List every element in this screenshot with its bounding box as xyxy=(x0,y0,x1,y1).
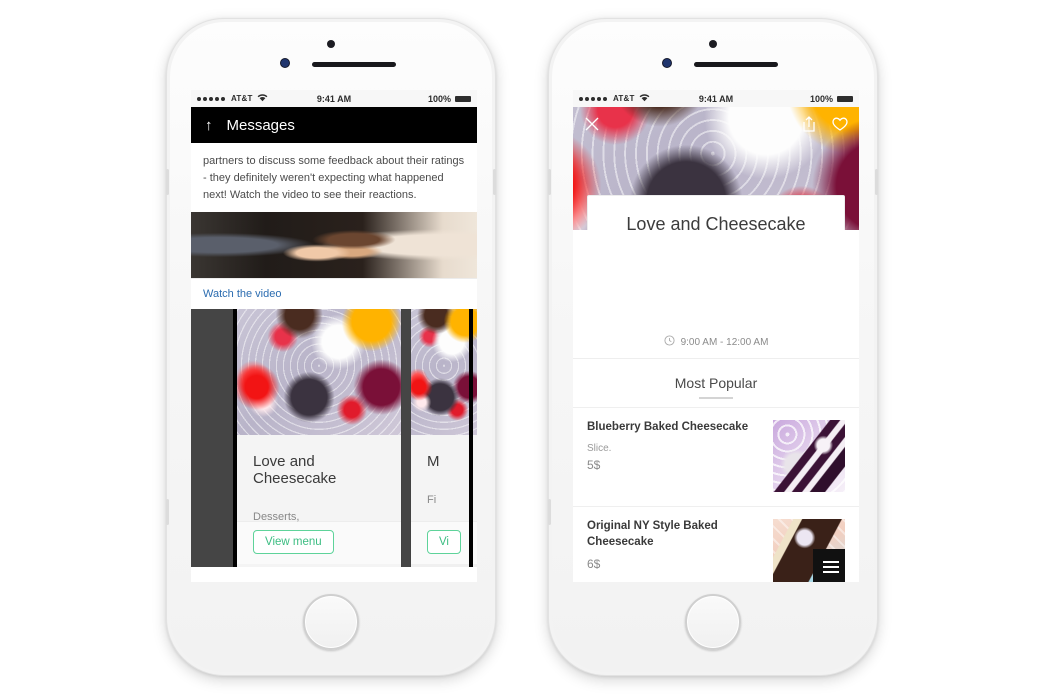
right-phone-device: AT&T 9:41 AM 100% Love and Cheesecake 9:… xyxy=(548,18,878,676)
view-menu-button[interactable]: View menu xyxy=(253,530,334,555)
menu-item-text: Blueberry Baked Cheesecake Slice. 5$ xyxy=(587,420,763,472)
wifi-icon xyxy=(639,93,650,104)
right-phone-body: AT&T 9:41 AM 100% Love and Cheesecake 9:… xyxy=(552,22,874,672)
clock-icon xyxy=(664,335,675,349)
menu-item-description: Slice. xyxy=(587,442,612,454)
home-button[interactable] xyxy=(303,594,359,650)
power-button[interactable] xyxy=(493,169,496,195)
clock-label: 9:41 AM xyxy=(316,93,352,104)
page-title: Messages xyxy=(226,116,295,134)
battery-icon xyxy=(455,95,471,102)
status-right-group: 100% xyxy=(810,94,853,104)
restaurant-hero-image: Love and Cheesecake Desserts 25-35 MIN xyxy=(573,107,859,230)
up-arrow-icon[interactable]: ↑ xyxy=(205,118,213,133)
messages-header: ↑ Messages xyxy=(191,107,477,143)
home-button[interactable] xyxy=(685,594,741,650)
restaurant-info-card: Love and Cheesecake Desserts 25-35 MIN xyxy=(587,195,845,230)
restaurant-carousel[interactable]: Love and Cheesecake Desserts, View menu xyxy=(191,309,477,568)
share-icon[interactable] xyxy=(801,115,817,138)
opening-hours-row: 9:00 AM - 12:00 AM xyxy=(573,326,859,359)
status-bar: AT&T 9:41 AM 100% xyxy=(191,90,477,107)
view-menu-button-2[interactable]: Vi xyxy=(426,530,461,555)
wifi-icon xyxy=(257,93,268,104)
carrier-label: AT&T xyxy=(613,94,635,103)
left-phone-screen: AT&T 9:41 AM 100% ↑ Messages partners to… xyxy=(191,90,477,582)
menu-item-price: 6$ xyxy=(587,557,601,572)
volume-down-button[interactable] xyxy=(166,499,169,525)
menu-item-text: Original NY Style Baked Cheesecake 6$ xyxy=(587,519,763,571)
menu-item-row[interactable]: Original NY Style Baked Cheesecake 6$ xyxy=(573,506,859,582)
carousel-divider-right xyxy=(469,309,473,568)
signal-strength-icon xyxy=(579,96,607,101)
camera-icon xyxy=(709,40,717,48)
sensor-icon xyxy=(280,58,290,68)
carousel-card-secondary[interactable]: M Fi Vi xyxy=(410,309,477,568)
opening-hours-text: 9:00 AM - 12:00 AM xyxy=(680,336,769,348)
carousel-card-subtitle-2: Fi xyxy=(426,494,437,507)
message-body-text: partners to discuss some feedback about … xyxy=(191,143,477,213)
video-thumbnail[interactable] xyxy=(191,212,477,279)
indian-food-photo xyxy=(410,309,477,436)
battery-percent-label: 100% xyxy=(427,93,451,104)
hero-right-actions xyxy=(801,115,849,138)
menu-item-name: Original NY Style Baked Cheesecake xyxy=(587,520,718,548)
carousel-card-image-2 xyxy=(410,309,477,436)
carousel-card-info: Love and Cheesecake Desserts, xyxy=(237,435,401,523)
volume-down-button[interactable] xyxy=(548,499,551,525)
signal-strength-icon xyxy=(197,96,225,101)
menu-item-name: Blueberry Baked Cheesecake xyxy=(587,421,749,433)
carousel-card-info-2: M Fi xyxy=(410,435,477,522)
battery-icon xyxy=(837,95,853,102)
blueberry-cheesecake-photo xyxy=(773,420,845,492)
speaker-grille xyxy=(312,62,396,67)
menu-item-row[interactable]: Blueberry Baked Cheesecake Slice. 5$ xyxy=(573,407,859,506)
menu-badge-icon[interactable] xyxy=(813,549,845,582)
sensor-icon xyxy=(662,58,672,68)
watch-video-link[interactable]: Watch the video xyxy=(191,278,477,310)
heart-icon[interactable] xyxy=(831,115,849,137)
menu-item-price: 5$ xyxy=(587,457,601,472)
status-right-group: 100% xyxy=(428,94,471,104)
restaurant-name: Love and Cheesecake xyxy=(626,214,806,230)
menu-item-thumbnail xyxy=(773,420,845,492)
carousel-divider-left xyxy=(233,309,237,568)
status-bar: AT&T 9:41 AM 100% xyxy=(573,90,859,107)
carousel-card-title: Love and Cheesecake xyxy=(253,453,337,488)
father-baby-photo xyxy=(191,212,477,279)
most-popular-section: Most Popular Blueberry Baked Cheesecake … xyxy=(573,359,859,582)
section-title: Most Popular xyxy=(674,375,758,391)
clock-label: 9:41 AM xyxy=(698,93,734,104)
volume-up-button[interactable] xyxy=(166,169,169,195)
menu-item-thumbnail xyxy=(773,519,845,582)
left-phone-device: AT&T 9:41 AM 100% ↑ Messages partners to… xyxy=(166,18,496,676)
dessert-table-photo xyxy=(237,309,401,436)
camera-icon xyxy=(327,40,335,48)
carousel-card-footer-2: Vi xyxy=(410,521,477,565)
power-button[interactable] xyxy=(875,169,878,195)
hero-action-bar xyxy=(573,111,859,141)
screenshot-stage: AT&T 9:41 AM 100% ↑ Messages partners to… xyxy=(0,0,1040,694)
speaker-grille xyxy=(694,62,778,67)
left-phone-body: AT&T 9:41 AM 100% ↑ Messages partners to… xyxy=(170,22,492,672)
carousel-card-primary[interactable]: Love and Cheesecake Desserts, View menu xyxy=(237,309,401,568)
right-phone-screen: AT&T 9:41 AM 100% Love and Cheesecake 9:… xyxy=(573,90,859,582)
volume-up-button[interactable] xyxy=(548,169,551,195)
carrier-label: AT&T xyxy=(231,94,253,103)
carousel-card-footer: View menu xyxy=(237,521,401,565)
section-divider xyxy=(699,397,733,399)
carousel-card-image xyxy=(237,309,401,436)
carousel-card-title-2: M xyxy=(426,453,440,471)
close-icon[interactable] xyxy=(583,115,601,138)
battery-percent-label: 100% xyxy=(809,93,833,104)
